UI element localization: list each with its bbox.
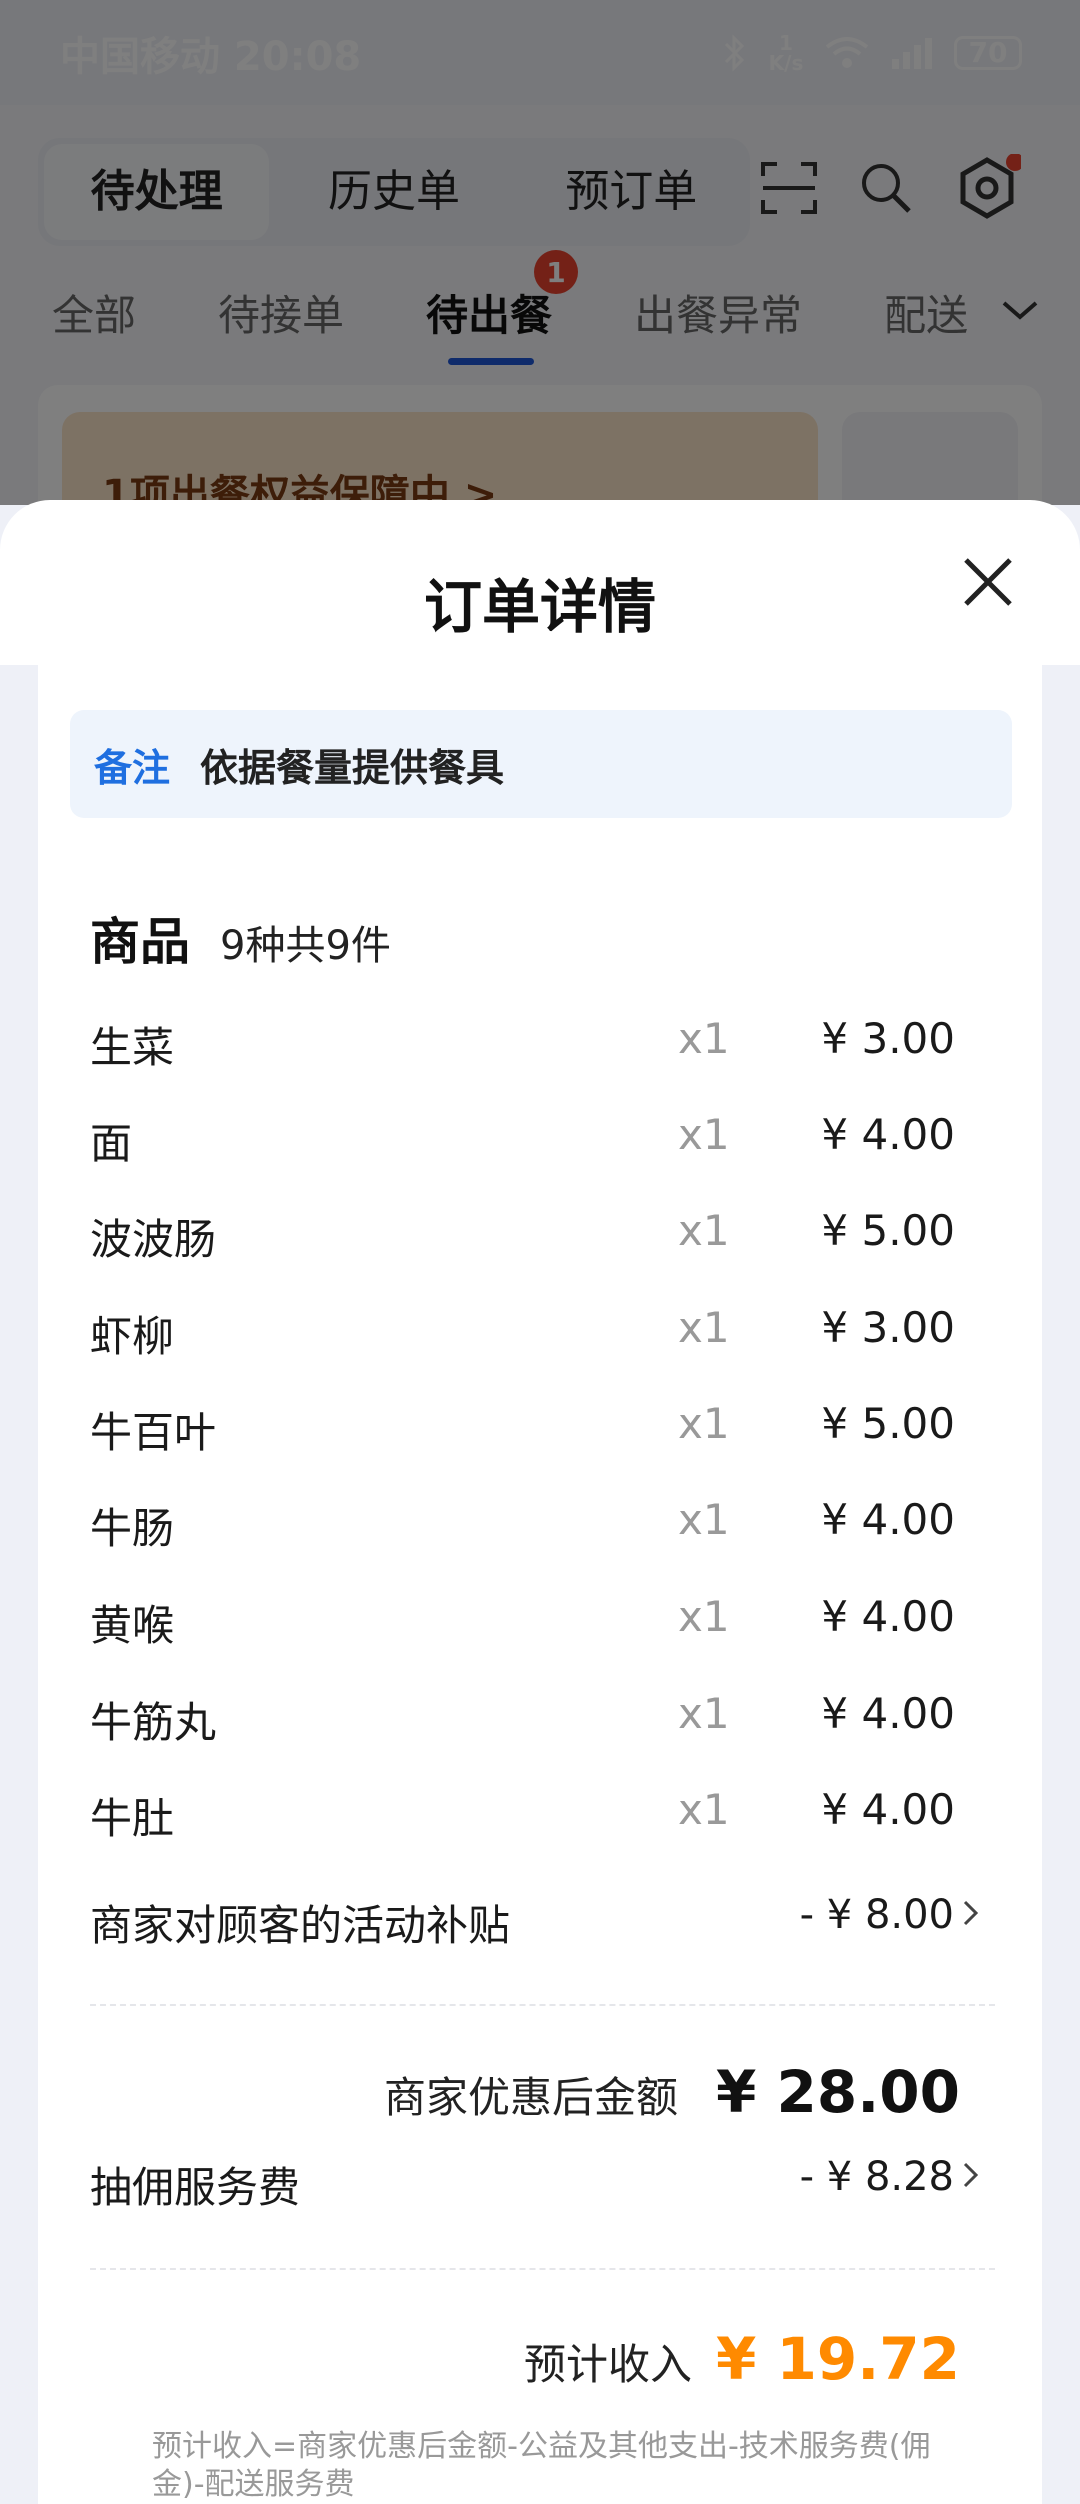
goods-name: 面	[90, 1119, 133, 1168]
goods-name: 波波肠	[90, 1215, 217, 1264]
after-discount-row: 商家优惠后金额 ¥ 28.00	[384, 2058, 960, 2126]
sheet-title: 订单详情	[423, 573, 656, 641]
goods-price: ¥ 3.00	[821, 1014, 955, 1063]
commission-row[interactable]: 抽佣服务费 - ¥ 8.28	[90, 2154, 990, 2215]
goods-name: 牛百叶	[90, 1408, 217, 1457]
goods-qty: x1	[678, 1110, 730, 1159]
goods-row: 波波肠 x1 ¥ 5.00	[90, 1206, 990, 1266]
goods-name: 黄喉	[90, 1601, 175, 1650]
goods-qty: x1	[678, 1206, 730, 1255]
goods-name: 生菜	[90, 1023, 175, 1072]
dashed-divider	[90, 2268, 995, 2270]
chevron-right-icon	[963, 1900, 979, 1926]
after-discount-label: 商家优惠后金额	[383, 2073, 678, 2122]
order-note: 备注 依据餐量提供餐具	[70, 710, 1012, 818]
goods-qty: x1	[678, 1785, 730, 1834]
goods-row: 黄喉 x1 ¥ 4.00	[90, 1592, 990, 1652]
goods-row: 生菜 x1 ¥ 3.00	[90, 1014, 990, 1074]
income-row: 预计收入 ¥ 19.72	[524, 2325, 960, 2393]
goods-row: 牛百叶 x1 ¥ 5.00	[90, 1399, 990, 1459]
goods-qty: x1	[678, 1014, 730, 1063]
note-value: 依据餐量提供餐具	[200, 745, 505, 790]
note-label: 备注	[94, 745, 171, 790]
subsidy-row[interactable]: 商家对顾客的活动补贴 - ¥ 8.00	[90, 1892, 990, 1953]
goods-price: ¥ 4.00	[821, 1110, 955, 1159]
goods-title: 商品	[90, 913, 190, 971]
income-formula: 预计收入=商家优惠后金额-公益及其他支出-技术服务费(佣金)-配送服务费	[152, 2429, 931, 2502]
goods-qty: x1	[678, 1399, 730, 1448]
after-discount-value: ¥ 28.00	[715, 2058, 960, 2126]
income-value: ¥ 19.72	[715, 2325, 960, 2393]
subsidy-label: 商家对顾客的活动补贴	[90, 1901, 511, 1950]
goods-row: 虾柳 x1 ¥ 3.00	[90, 1303, 990, 1363]
goods-price: ¥ 4.00	[821, 1785, 955, 1834]
goods-row: 面 x1 ¥ 4.00	[90, 1110, 990, 1170]
commission-amount: - ¥ 8.28	[799, 2154, 954, 2200]
goods-price: ¥ 4.00	[821, 1592, 955, 1641]
goods-name: 虾柳	[90, 1312, 175, 1361]
goods-qty: x1	[678, 1495, 730, 1544]
goods-name: 牛筋丸	[90, 1698, 217, 1747]
goods-qty: x1	[678, 1689, 730, 1738]
goods-price: ¥ 5.00	[821, 1206, 955, 1255]
goods-header: 商品 9种共9件	[90, 902, 391, 974]
dashed-divider	[90, 2004, 995, 2006]
chevron-right-icon	[963, 2162, 979, 2188]
goods-row: 牛肠 x1 ¥ 4.00	[90, 1495, 990, 1555]
goods-row: 牛筋丸 x1 ¥ 4.00	[90, 1689, 990, 1749]
goods-qty: x1	[678, 1303, 730, 1352]
goods-price: ¥ 3.00	[821, 1303, 955, 1352]
goods-price: ¥ 4.00	[821, 1495, 955, 1544]
modal-overlay[interactable]	[0, 0, 1080, 505]
goods-row: 牛肚 x1 ¥ 4.00	[90, 1785, 990, 1845]
goods-qty: x1	[678, 1592, 730, 1641]
goods-price: ¥ 4.00	[821, 1689, 955, 1738]
income-label: 预计收入	[523, 2340, 692, 2389]
goods-name: 牛肚	[90, 1794, 175, 1843]
subsidy-amount: - ¥ 8.00	[799, 1892, 954, 1938]
commission-label: 抽佣服务费	[90, 2163, 301, 2212]
goods-price: ¥ 5.00	[821, 1399, 955, 1448]
close-icon[interactable]	[958, 552, 1018, 612]
goods-name: 牛肠	[90, 1504, 175, 1553]
goods-count: 9种共9件	[220, 923, 391, 969]
